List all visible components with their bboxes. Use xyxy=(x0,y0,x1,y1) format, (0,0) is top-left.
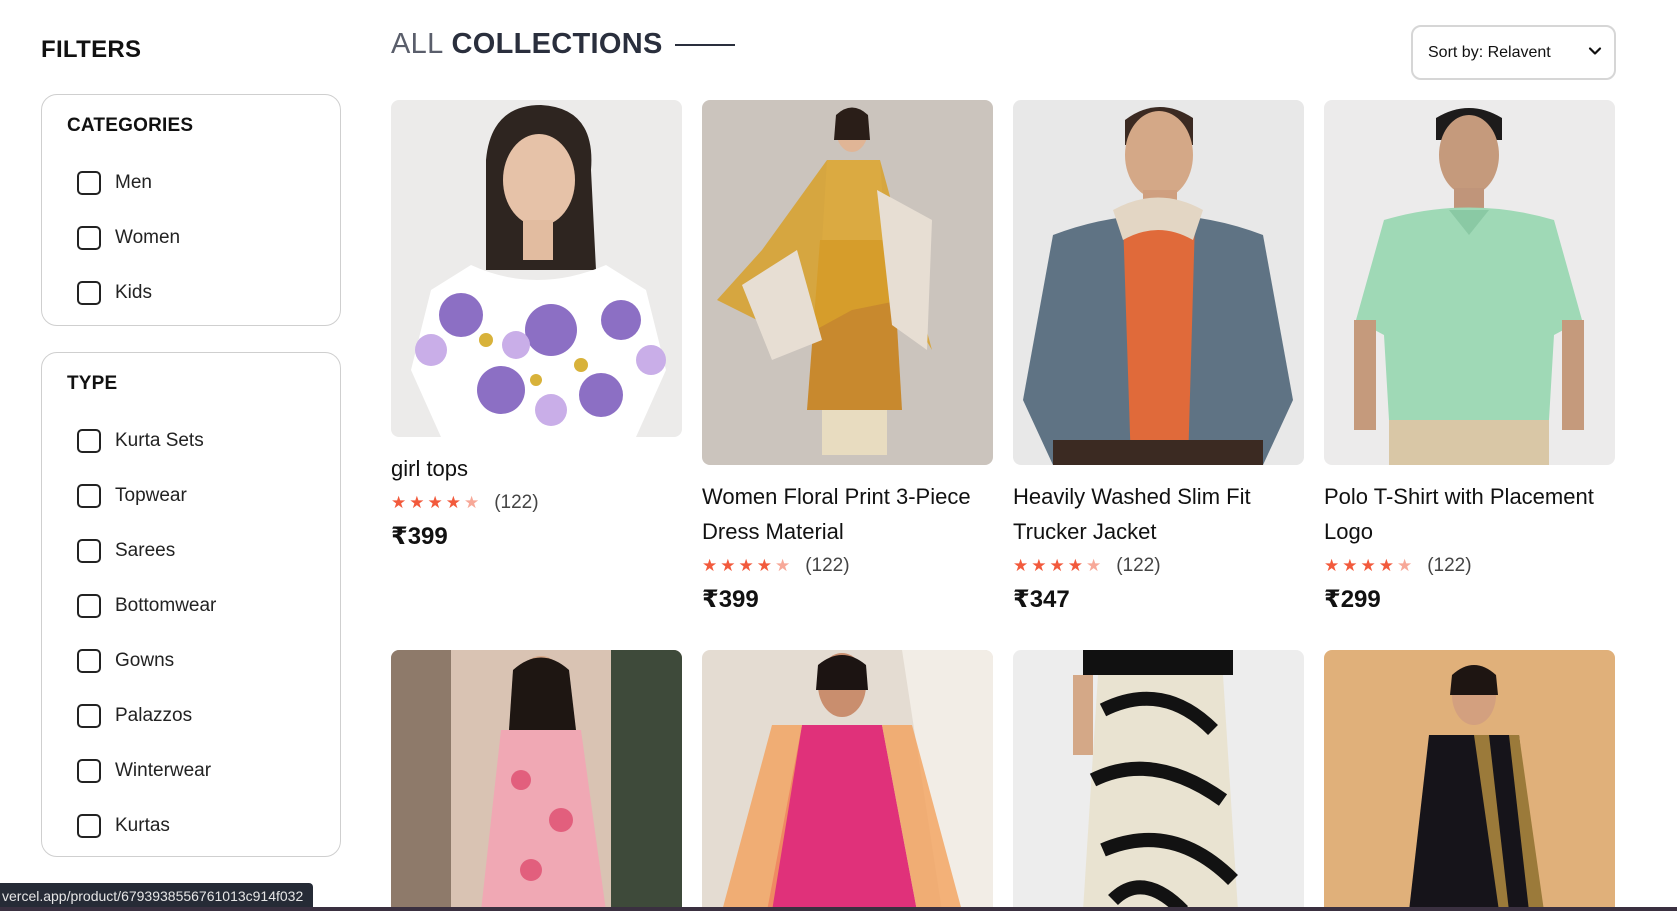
rating-count: (122) xyxy=(494,492,539,513)
option-label: Kurta Sets xyxy=(115,429,204,451)
product-price: ₹399 xyxy=(702,586,759,613)
product-rating: ★★★★★ (122) xyxy=(1324,555,1615,577)
product-card[interactable] xyxy=(391,650,682,911)
filters-sidebar: FILTERS CATEGORIES Men Women Kids TYPE K… xyxy=(41,36,341,857)
rating-stars: ★★★★★ xyxy=(1013,556,1105,575)
product-card[interactable]: girl tops ★★★★★ (122) ₹399 xyxy=(391,100,682,551)
categories-heading: CATEGORIES xyxy=(67,115,194,136)
product-price: ₹299 xyxy=(1324,586,1381,613)
product-image[interactable] xyxy=(1324,100,1615,465)
option-label: Bottomwear xyxy=(115,594,217,616)
product-card[interactable] xyxy=(1013,650,1304,911)
title-part-collections: COLLECTIONS xyxy=(451,28,663,60)
option-label: Kurtas xyxy=(115,814,170,836)
option-label: Palazzos xyxy=(115,704,193,726)
checkbox[interactable] xyxy=(77,483,101,508)
product-price: ₹399 xyxy=(391,523,448,550)
rating-count: (122) xyxy=(1116,555,1161,576)
checkbox[interactable] xyxy=(77,170,101,195)
type-option-topwear[interactable]: Topwear xyxy=(67,468,340,523)
checkbox[interactable] xyxy=(77,813,101,838)
sort-label: Sort by: Relavent xyxy=(1428,43,1551,61)
type-option-winterwear[interactable]: Winterwear xyxy=(67,743,340,798)
title-part-all: ALL xyxy=(391,28,444,60)
type-option-kurta-sets[interactable]: Kurta Sets xyxy=(67,413,340,468)
product-image[interactable] xyxy=(1324,650,1615,911)
chevron-down-icon xyxy=(1588,47,1602,55)
rating-stars: ★★★★★ xyxy=(391,493,483,512)
product-image[interactable] xyxy=(702,650,993,911)
category-option-kids[interactable]: Kids xyxy=(67,265,340,320)
rating-stars: ★★★★★ xyxy=(1324,556,1416,575)
type-option-sarees[interactable]: Sarees xyxy=(67,523,340,578)
filters-title: FILTERS xyxy=(41,36,142,63)
product-card[interactable]: Heavily Washed Slim Fit Trucker Jacket ★… xyxy=(1013,100,1304,614)
checkbox[interactable] xyxy=(77,538,101,563)
option-label: Gowns xyxy=(115,649,175,671)
product-image[interactable] xyxy=(1013,100,1304,465)
title-divider xyxy=(674,43,735,46)
type-option-gowns[interactable]: Gowns xyxy=(67,633,340,688)
type-option-palazzos[interactable]: Palazzos xyxy=(67,688,340,743)
product-name[interactable]: girl tops xyxy=(391,451,682,486)
product-image[interactable] xyxy=(391,650,682,911)
option-label: Topwear xyxy=(115,484,187,506)
product-card[interactable] xyxy=(702,650,993,911)
page-title: ALL COLLECTIONS xyxy=(391,28,735,61)
product-card[interactable] xyxy=(1324,650,1615,911)
checkbox[interactable] xyxy=(77,280,101,305)
option-label: Winterwear xyxy=(115,759,212,781)
product-image[interactable] xyxy=(1013,650,1304,911)
option-label: Women xyxy=(115,226,181,248)
product-name[interactable]: Women Floral Print 3-Piece Dress Materia… xyxy=(702,479,993,549)
product-price: ₹347 xyxy=(1013,586,1070,613)
sort-select[interactable]: Sort by: Relavent xyxy=(1411,25,1616,80)
product-card[interactable]: Polo T-Shirt with Placement Logo ★★★★★ (… xyxy=(1324,100,1615,614)
rating-count: (122) xyxy=(805,555,850,576)
checkbox[interactable] xyxy=(77,703,101,728)
type-option-bottomwear[interactable]: Bottomwear xyxy=(67,578,340,633)
checkbox[interactable] xyxy=(77,648,101,673)
bottom-divider xyxy=(0,907,1677,911)
product-rating: ★★★★★ (122) xyxy=(391,492,682,514)
option-label: Kids xyxy=(115,281,152,303)
checkbox[interactable] xyxy=(77,593,101,618)
type-option-kurtas[interactable]: Kurtas xyxy=(67,798,340,853)
product-image[interactable] xyxy=(702,100,993,465)
product-name[interactable]: Polo T-Shirt with Placement Logo xyxy=(1324,479,1615,549)
product-card[interactable]: Women Floral Print 3-Piece Dress Materia… xyxy=(702,100,993,614)
product-name[interactable]: Heavily Washed Slim Fit Trucker Jacket xyxy=(1013,479,1304,549)
checkbox[interactable] xyxy=(77,428,101,453)
product-rating: ★★★★★ (122) xyxy=(1013,555,1304,577)
categories-filter: CATEGORIES Men Women Kids xyxy=(41,94,341,326)
rating-stars: ★★★★★ xyxy=(702,556,794,575)
rating-count: (122) xyxy=(1427,555,1472,576)
option-label: Men xyxy=(115,171,152,193)
checkbox[interactable] xyxy=(77,758,101,783)
checkbox[interactable] xyxy=(77,225,101,250)
type-filter: TYPE Kurta Sets Topwear Sarees Bottomwea… xyxy=(41,352,341,857)
option-label: Sarees xyxy=(115,539,176,561)
category-option-women[interactable]: Women xyxy=(67,210,340,265)
category-option-men[interactable]: Men xyxy=(67,155,340,210)
product-rating: ★★★★★ (122) xyxy=(702,555,993,577)
type-heading: TYPE xyxy=(67,373,118,394)
product-image[interactable] xyxy=(391,100,682,437)
